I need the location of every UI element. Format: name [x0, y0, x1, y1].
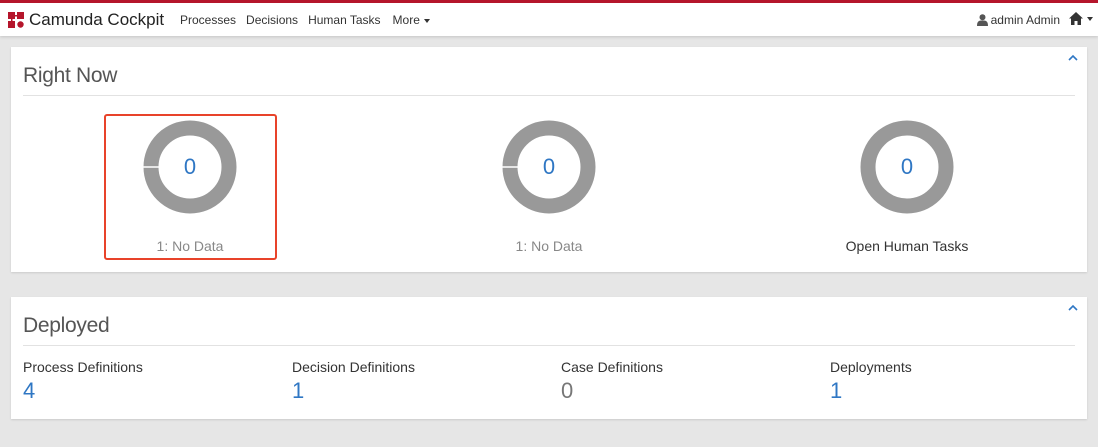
donut-value: 0 [900, 154, 914, 179]
donut-chart-3[interactable]: 0 [859, 119, 955, 215]
process-definitions-label: Process Definitions [23, 359, 143, 375]
case-definitions-count[interactable]: 0 [561, 378, 573, 404]
home-icon [1069, 12, 1083, 25]
right-now-title: Right Now [23, 64, 118, 87]
donut-value: 0 [542, 154, 556, 179]
donut-label[interactable]: 1: No Data [449, 238, 649, 254]
top-navbar: Camunda Cockpit Processes Decisions Huma… [0, 0, 1098, 36]
case-definitions-label: Case Definitions [561, 359, 663, 375]
deployments-count[interactable]: 1 [830, 378, 842, 404]
process-definitions-count[interactable]: 4 [23, 378, 35, 404]
donut-chart-1[interactable]: 0 [142, 119, 238, 215]
user-menu[interactable]: admin Admin [976, 13, 1060, 27]
brand[interactable]: Camunda Cockpit [8, 9, 164, 31]
camunda-logo-icon [8, 12, 24, 28]
user-icon [976, 14, 988, 26]
deployments-label: Deployments [830, 359, 912, 375]
chevron-up-icon[interactable] [1067, 53, 1079, 63]
chevron-down-icon [1087, 16, 1093, 21]
donut-chart-2[interactable]: 0 [501, 119, 597, 215]
nav-more-dropdown[interactable]: More [393, 13, 430, 27]
main-nav: Processes Decisions Human Tasks More [180, 13, 440, 27]
app-title: Camunda Cockpit [29, 10, 165, 29]
right-now-panel: Right Now 0 1: No Data 0 1: No Data 0 Op… [11, 47, 1087, 272]
nav-human-tasks[interactable]: Human Tasks [308, 13, 380, 27]
nav-processes[interactable]: Processes [180, 13, 236, 27]
deployed-panel: Deployed Process Definitions 4 Decision … [11, 297, 1087, 419]
donut-label[interactable]: 1: No Data [90, 238, 290, 254]
deployed-title: Deployed [23, 314, 110, 337]
donut-label[interactable]: Open Human Tasks [807, 238, 1007, 254]
divider [23, 95, 1075, 96]
home-menu[interactable] [1069, 12, 1093, 25]
decision-definitions-count[interactable]: 1 [292, 378, 304, 404]
chevron-up-icon[interactable] [1067, 303, 1079, 313]
user-name: admin Admin [990, 13, 1060, 27]
divider [23, 345, 1075, 346]
chevron-down-icon [423, 18, 430, 23]
nav-more-label: More [392, 13, 420, 27]
nav-decisions[interactable]: Decisions [246, 13, 298, 27]
decision-definitions-label: Decision Definitions [292, 359, 415, 375]
donut-value: 0 [183, 154, 197, 179]
